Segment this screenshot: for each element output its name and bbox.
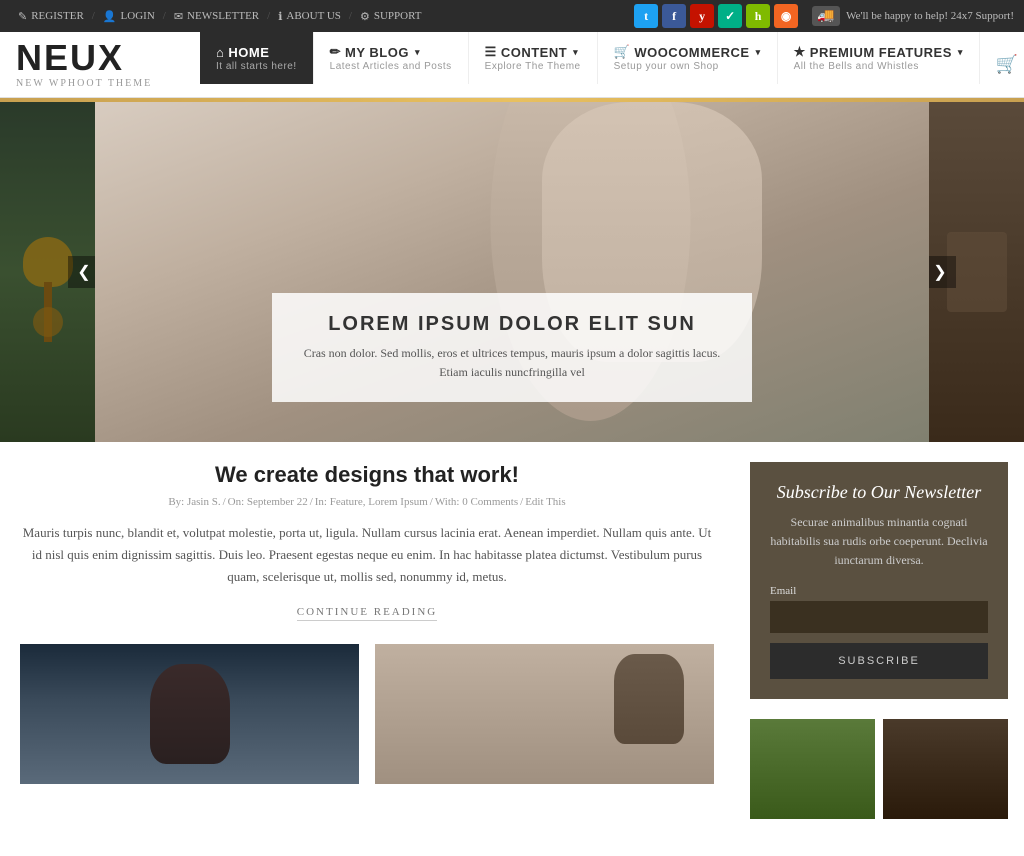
newsletter-box-title: Subscribe to Our Newsletter (770, 482, 988, 503)
woo-nav-label: WOOCOMMERCE (634, 45, 749, 60)
top-bar-links: ✎ REGISTER / 👤 LOGIN / ✉ NEWSLETTER / ℹ … (10, 10, 430, 23)
article-meta-on: On: September 22 (228, 496, 308, 508)
content-nav-icon: ☰ (485, 44, 497, 60)
about-link[interactable]: ℹ ABOUT US (270, 10, 349, 23)
woo-nav-icon: 🛒 (614, 44, 631, 60)
thumb-item-1 (20, 644, 359, 784)
sidebar-thumb-1 (750, 719, 875, 819)
newsletter-nav-label: NEWSLETTER (187, 10, 259, 22)
newsletter-link[interactable]: ✉ NEWSLETTER (166, 10, 267, 23)
thumbnail-row (20, 644, 714, 784)
home-nav-sub: It all starts here! (216, 61, 297, 72)
about-icon: ℹ (278, 10, 282, 23)
support-icon: ⚙ (360, 10, 370, 23)
content-nav-label: CONTENT (501, 45, 567, 60)
myblog-dropdown-icon: ▾ (415, 47, 420, 58)
slider-caption: LOREM IPSUM DOLOR ELIT SUN Cras non dolo… (272, 293, 752, 402)
newsletter-box: Subscribe to Our Newsletter Securae anim… (750, 462, 1008, 699)
login-label: LOGIN (121, 10, 155, 22)
myblog-nav-label: MY BLOG (345, 45, 409, 60)
logo-title[interactable]: NEUX (16, 40, 152, 76)
article-body: Mauris turpis nunc, blandit et, volutpat… (20, 522, 714, 588)
slider-text: Cras non dolor. Sed mollis, eros et ultr… (302, 344, 722, 382)
woo-nav-sub: Setup your own Shop (614, 61, 761, 72)
nav-home[interactable]: ⌂ HOME It all starts here! (200, 32, 314, 84)
thumb-item-2 (375, 644, 714, 784)
tripadvisor-icon[interactable]: ✓ (718, 4, 742, 28)
nav-premium[interactable]: ★ PREMIUM FEATURES ▾ All the Bells and W… (778, 32, 980, 84)
slider-side-right: ❯ (929, 102, 1024, 442)
home-nav-icon: ⌂ (216, 45, 224, 60)
content-dropdown-icon: ▾ (573, 47, 578, 58)
main-content: We create designs that work! By: Jasin S… (0, 462, 734, 819)
article-meta: By: Jasin S. / On: September 22 / In: Fe… (20, 496, 714, 508)
main-nav: ⌂ HOME It all starts here! ✏ MY BLOG ▾ L… (200, 32, 1024, 97)
nav-woocommerce[interactable]: 🛒 WOOCOMMERCE ▾ Setup your own Shop (598, 32, 778, 84)
logo-subtitle: NEW WPHOOT THEME (16, 78, 152, 89)
email-label: Email (770, 585, 988, 597)
home-nav-label: HOME (228, 45, 269, 60)
hero-slider: ❮ LOREM IPSUM DOLOR ELIT SUN Cras non do… (0, 102, 1024, 442)
slider-prev-button[interactable]: ❮ (68, 256, 95, 288)
truck-icon: 🚚 (812, 6, 840, 26)
support-text: We'll be happy to help! 24x7 Support! (846, 10, 1014, 22)
nav-actions: 🛒 🔍 (980, 32, 1024, 97)
facebook-icon[interactable]: f (662, 4, 686, 28)
support-text-area: 🚚 We'll be happy to help! 24x7 Support! (812, 6, 1014, 26)
premium-nav-icon: ★ (794, 44, 806, 60)
rss-icon[interactable]: ◉ (774, 4, 798, 28)
about-label: ABOUT US (286, 10, 341, 22)
register-link[interactable]: ✎ REGISTER (10, 10, 92, 23)
myblog-nav-icon: ✏ (330, 44, 341, 60)
premium-nav-label: PREMIUM FEATURES (810, 45, 952, 60)
continue-reading-link[interactable]: CONTINUE READING (297, 606, 437, 621)
sidebar: Subscribe to Our Newsletter Securae anim… (734, 462, 1024, 819)
login-link[interactable]: 👤 LOGIN (95, 10, 163, 23)
continue-reading-area: CONTINUE READING (20, 604, 714, 620)
premium-dropdown-icon: ▾ (958, 47, 963, 58)
article-meta-edit[interactable]: Edit This (525, 496, 565, 508)
article-title: We create designs that work! (20, 462, 714, 488)
houzz-icon[interactable]: h (746, 4, 770, 28)
login-icon: 👤 (103, 10, 117, 23)
slider-title: LOREM IPSUM DOLOR ELIT SUN (302, 313, 722, 336)
slider-side-left: ❮ (0, 102, 95, 442)
myblog-nav-sub: Latest Articles and Posts (330, 61, 452, 72)
newsletter-desc: Securae animalibus minantia cognati habi… (770, 513, 988, 571)
slider-main: LOREM IPSUM DOLOR ELIT SUN Cras non dolo… (95, 102, 929, 442)
article-meta-by: By: Jasin S. (168, 496, 220, 508)
top-bar: ✎ REGISTER / 👤 LOGIN / ✉ NEWSLETTER / ℹ … (0, 0, 1024, 32)
yelp-icon[interactable]: y (690, 4, 714, 28)
email-input[interactable] (770, 601, 988, 633)
subscribe-button[interactable]: SUBSCRIBE (770, 643, 988, 679)
twitter-icon[interactable]: t (634, 4, 658, 28)
content-nav-sub: Explore The Theme (485, 61, 581, 72)
premium-nav-sub: All the Bells and Whistles (794, 61, 963, 72)
nav-content[interactable]: ☰ CONTENT ▾ Explore The Theme (469, 32, 598, 84)
support-label: SUPPORT (374, 10, 422, 22)
support-link[interactable]: ⚙ SUPPORT (352, 10, 430, 23)
sidebar-thumb-2 (883, 719, 1008, 819)
nav-myblog[interactable]: ✏ MY BLOG ▾ Latest Articles and Posts (314, 32, 469, 84)
newsletter-nav-icon: ✉ (174, 10, 183, 23)
logo-area: NEUX NEW WPHOOT THEME (0, 32, 200, 97)
register-icon: ✎ (18, 10, 27, 23)
cart-icon[interactable]: 🛒 (996, 54, 1018, 75)
woo-dropdown-icon: ▾ (756, 47, 761, 58)
article-meta-with[interactable]: With: 0 Comments (435, 496, 518, 508)
slider-next-button[interactable]: ❯ (929, 256, 956, 288)
register-label: REGISTER (31, 10, 84, 22)
content-area: We create designs that work! By: Jasin S… (0, 442, 1024, 839)
article-meta-in[interactable]: In: Feature, Lorem Ipsum (315, 496, 428, 508)
sidebar-images (750, 719, 1008, 819)
top-bar-right: t f y ✓ h ◉ 🚚 We'll be happy to help! 24… (634, 4, 1014, 28)
